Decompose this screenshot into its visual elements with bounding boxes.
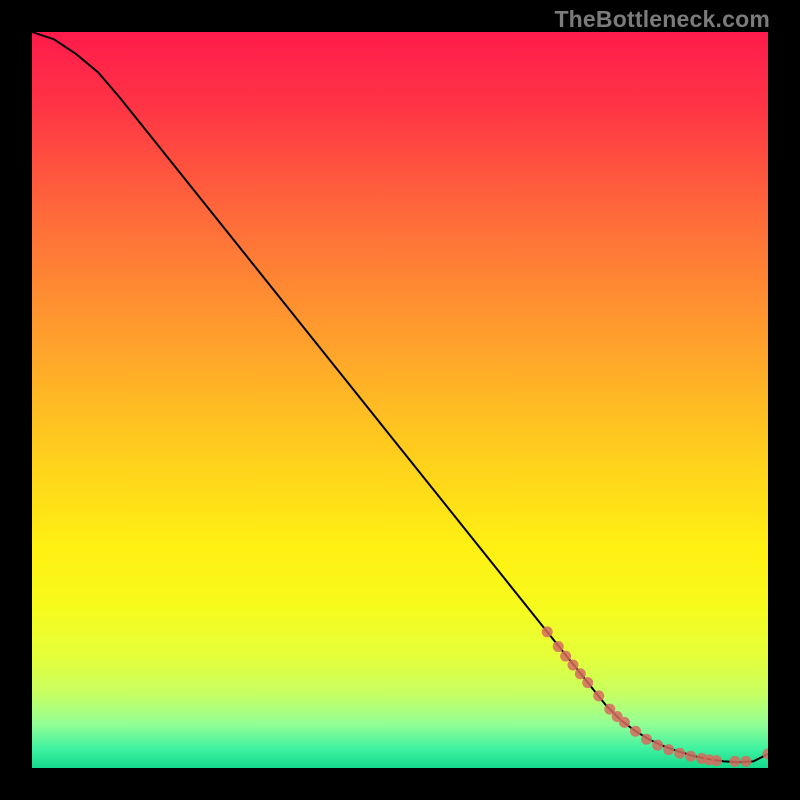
marker-dot: [740, 756, 751, 767]
plot-area: [32, 32, 768, 768]
curve-layer: [32, 32, 768, 768]
chart-frame: TheBottleneck.com: [0, 0, 800, 800]
marker-dot: [641, 734, 652, 745]
marker-dot: [763, 749, 769, 760]
marker-dot: [663, 744, 674, 755]
marker-dot: [575, 668, 586, 679]
marker-dot: [593, 690, 604, 701]
bottleneck-curve: [32, 32, 768, 762]
marker-dot: [685, 751, 696, 762]
marker-group: [542, 626, 768, 767]
marker-dot: [619, 717, 630, 728]
marker-dot: [582, 677, 593, 688]
marker-dot: [729, 756, 740, 767]
marker-dot: [567, 659, 578, 670]
marker-dot: [652, 740, 663, 751]
marker-dot: [553, 641, 564, 652]
marker-dot: [674, 748, 685, 759]
marker-dot: [542, 626, 553, 637]
marker-dot: [560, 651, 571, 662]
marker-dot: [630, 726, 641, 737]
marker-dot: [711, 755, 722, 766]
watermark-text: TheBottleneck.com: [554, 6, 770, 33]
